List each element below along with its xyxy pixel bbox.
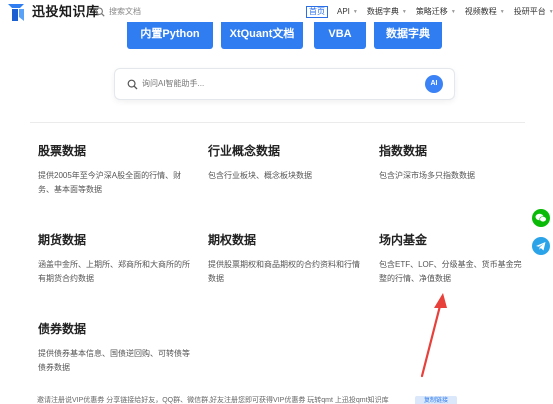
- section-divider: [30, 122, 525, 123]
- nav-item-video-tutorials[interactable]: 视频教程 ▼: [465, 6, 505, 18]
- category-card-stock[interactable]: 股票数据 提供2005年至今沪深A股全面的行情、财务、基本面等数据: [38, 143, 196, 197]
- copy-link-button[interactable]: 复制链接: [415, 396, 457, 404]
- chevron-down-icon: ▼: [499, 9, 505, 15]
- card-description: 提供债券基本信息、国债逆回购、可转债等债券数据: [38, 349, 190, 372]
- send-icon[interactable]: [532, 237, 550, 255]
- ai-assistant-input[interactable]: 询问AI智能助手... AI: [114, 68, 455, 100]
- data-dictionary-button[interactable]: 数据字典: [374, 22, 442, 49]
- brand-name[interactable]: 迅投知识库: [32, 4, 100, 20]
- chevron-down-icon: ▼: [401, 9, 407, 15]
- card-title[interactable]: 指数数据: [379, 143, 537, 159]
- search-icon: [127, 79, 138, 90]
- card-description: 包含ETF、LOF、分级基金、货币基金完整的行情、净值数据: [379, 260, 522, 283]
- card-description: 提供2005年至今沪深A股全面的行情、财务、基本面等数据: [38, 171, 182, 194]
- chevron-down-icon: ▼: [548, 9, 553, 15]
- nav-label: 数据字典: [366, 7, 399, 16]
- card-title[interactable]: 行业概念数据: [208, 143, 366, 159]
- card-description: 包含沪深市场多只指数数据: [379, 171, 475, 180]
- chevron-down-icon: ▼: [352, 9, 358, 15]
- card-description: 包含行业板块、概念板块数据: [208, 171, 312, 180]
- wechat-icon[interactable]: [532, 209, 550, 227]
- search-box[interactable]: 搜索文档: [95, 5, 141, 19]
- category-card-bonds[interactable]: 债券数据 提供债券基本信息、国债逆回购、可转债等债券数据: [38, 321, 196, 375]
- builtin-python-button[interactable]: 内置Python: [127, 22, 213, 49]
- ai-input-placeholder: 询问AI智能助手...: [142, 79, 205, 88]
- category-card-exchange-funds[interactable]: 场内基金 包含ETF、LOF、分级基金、货币基金完整的行情、净值数据: [379, 232, 537, 286]
- nav-item-strategy-migration[interactable]: 策略迁移 ▼: [416, 6, 456, 18]
- xtquant-docs-button[interactable]: XtQuant文档: [221, 22, 303, 49]
- category-card-options[interactable]: 期权数据 提供股票期权和商品期权的合约资料和行情数据: [208, 232, 366, 286]
- card-title[interactable]: 股票数据: [38, 143, 196, 159]
- nav-label: API: [337, 7, 350, 16]
- main-nav: 首页 API ▼ 数据字典 ▼ 策略迁移 ▼ 视频教程 ▼ 投研平台 ▼: [306, 6, 553, 18]
- card-title[interactable]: 期权数据: [208, 232, 366, 248]
- search-placeholder: 搜索文档: [109, 7, 141, 16]
- card-title[interactable]: 场内基金: [379, 232, 537, 248]
- annotation-arrow-icon: [420, 293, 447, 378]
- category-card-industry-concept[interactable]: 行业概念数据 包含行业板块、概念板块数据: [208, 143, 366, 183]
- chevron-down-icon: ▼: [450, 9, 456, 15]
- nav-item-data-dictionary[interactable]: 数据字典 ▼: [367, 6, 407, 18]
- card-description: 涵盖中金所、上期所、郑商所和大商所的所有期货合约数据: [38, 260, 190, 283]
- promo-text: 邀请注册说VIP优惠券 分享链接给好友，QQ群、微信群,好友注册您即可获得VIP…: [37, 397, 389, 404]
- category-card-futures[interactable]: 期货数据 涵盖中金所、上期所、郑商所和大商所的所有期货合约数据: [38, 232, 196, 286]
- vba-button[interactable]: VBA: [314, 22, 366, 49]
- card-title[interactable]: 债券数据: [38, 321, 196, 337]
- nav-label: 首页: [309, 7, 325, 16]
- nav-item-api[interactable]: API ▼: [337, 6, 358, 18]
- nav-item-research-platform[interactable]: 投研平台 ▼: [514, 6, 553, 18]
- category-card-index[interactable]: 指数数据 包含沪深市场多只指数数据: [379, 143, 537, 183]
- search-icon: [95, 7, 105, 17]
- ai-send-button[interactable]: AI: [425, 75, 443, 93]
- nav-item-home[interactable]: 首页: [306, 6, 328, 18]
- card-title[interactable]: 期货数据: [38, 232, 196, 248]
- card-description: 提供股票期权和商品期权的合约资料和行情数据: [208, 260, 360, 283]
- nav-label: 视频教程: [464, 7, 497, 16]
- top-navigation-bar: 迅投知识库 搜索文档 首页 API ▼ 数据字典 ▼ 策略迁移 ▼ 视频教程 ▼ 投研平…: [0, 0, 553, 24]
- xuntou-logo-icon[interactable]: [6, 2, 28, 22]
- nav-label: 策略迁移: [415, 7, 448, 16]
- nav-label: 投研平台: [513, 7, 546, 16]
